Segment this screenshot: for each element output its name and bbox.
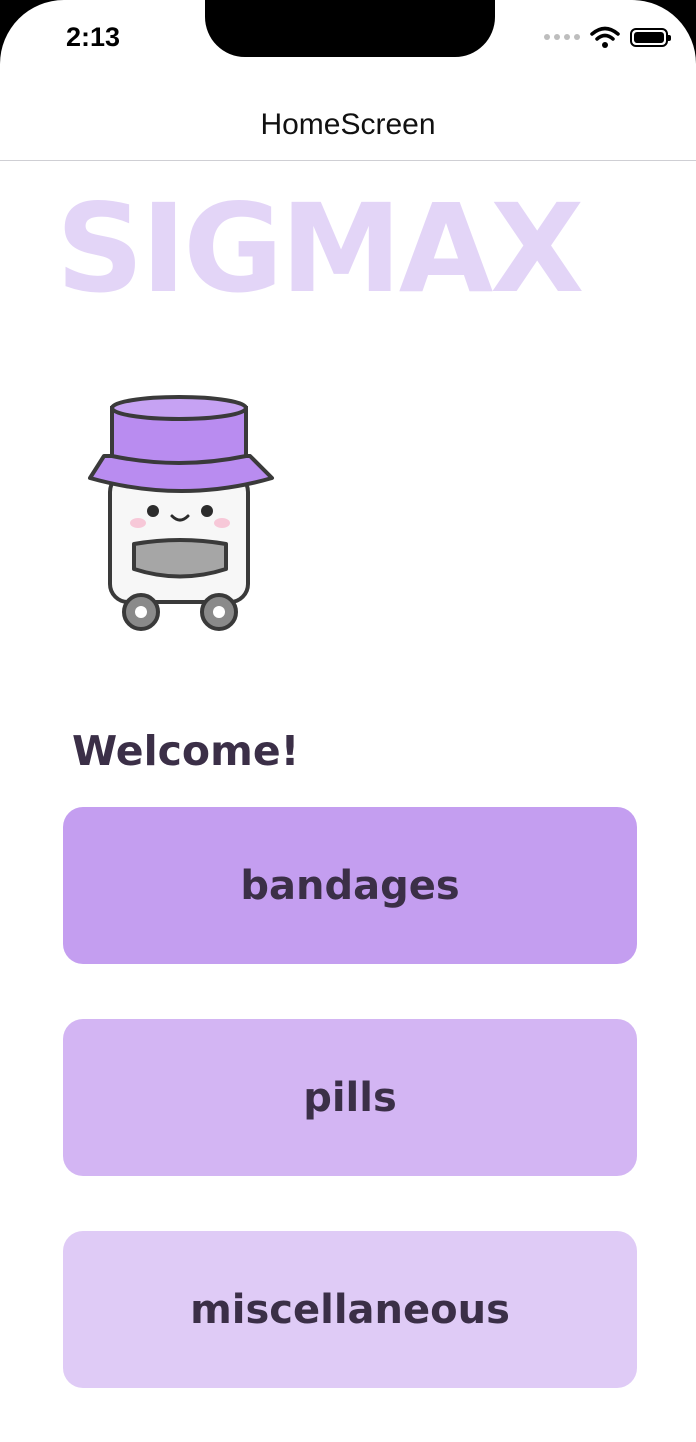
- nav-title: HomeScreen: [260, 108, 436, 141]
- mascot-pill-bottle: [88, 395, 274, 631]
- notch: [205, 0, 495, 57]
- status-icons: [544, 26, 671, 48]
- battery-icon: [630, 27, 671, 47]
- navigation-bar: HomeScreen: [0, 90, 696, 161]
- status-time: 2:13: [66, 22, 121, 52]
- app-logo: SIGMAX: [56, 178, 584, 320]
- pills-button[interactable]: pills: [63, 1019, 637, 1176]
- cellular-dots-icon: [544, 34, 580, 40]
- bandages-button[interactable]: bandages: [63, 807, 637, 964]
- welcome-heading: Welcome!: [72, 727, 300, 775]
- screen: 2:13 HomeScreen SIGMAX Welcome! bandages…: [0, 0, 696, 1442]
- miscellaneous-button[interactable]: miscellaneous: [63, 1231, 637, 1388]
- wifi-icon: [590, 26, 620, 48]
